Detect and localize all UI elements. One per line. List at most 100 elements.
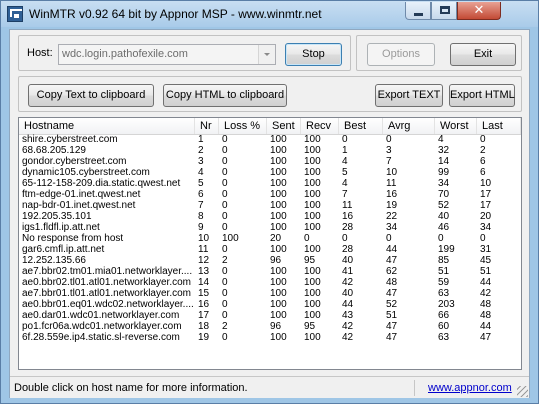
table-cell: 1 [342,145,348,156]
table-cell: 44 [386,244,398,255]
table-cell: 100 [270,156,287,167]
table-cell: 28 [342,222,354,233]
hostname-cell[interactable]: 12.252.135.66 [19,255,195,266]
copy-text-button[interactable]: Copy Text to clipboard [28,84,154,107]
table-cell: 43 [342,310,354,321]
table-cell: 96 [270,255,282,266]
hostname-cell[interactable]: ae0.bbr02.tl01.atl01.networklayer.com [19,277,195,288]
table-cell: 0 [342,233,348,244]
minimize-button[interactable] [405,2,431,20]
table-row[interactable]: po1.fcr06a.wdc01.networklayer.com 18 2 96 95… [19,321,521,332]
column-header-nr[interactable]: Nr [195,118,219,134]
hostname-cell[interactable]: ftm-edge-01.inet.qwest.net [19,189,195,200]
table-cell: 47 [480,332,492,343]
column-header-loss[interactable]: Loss % [219,118,267,134]
table-cell: 66 [438,310,450,321]
table-cell: 0 [222,244,228,255]
column-header-worst[interactable]: Worst [435,118,477,134]
export-html-button[interactable]: Export HTML [449,84,515,107]
stop-button[interactable]: Stop [285,43,342,66]
hostname-cell[interactable]: po1.fcr06a.wdc01.networklayer.com [19,321,195,332]
copy-html-button[interactable]: Copy HTML to clipboard [163,84,287,107]
options-button[interactable]: Options [367,43,435,66]
table-cell: 0 [222,134,228,145]
table-row[interactable]: nap-bdr-01.inet.qwest.net 7 0 100 100 11 19 52 1… [19,200,521,211]
hostname-cell[interactable]: ae7.bbr02.tm01.mia01.networklayer.... [19,266,195,277]
hostname-cell[interactable]: ae7.bbr01.tl01.atl01.networklayer.com [19,288,195,299]
table-cell: 4 [342,178,348,189]
hostname-cell[interactable]: No response from host [19,233,195,244]
table-row[interactable]: 65-112-158-209.dia.static.qwest.net 5 0 100… [19,178,521,189]
table-cell: 95 [304,255,316,266]
column-header-last[interactable]: Last [477,118,521,134]
hostname-cell[interactable]: 68.68.205.129 [19,145,195,156]
table-row[interactable]: ae7.bbr02.tm01.mia01.networklayer.... 13 0… [19,266,521,277]
hostname-cell[interactable]: 192.205.35.101 [19,211,195,222]
hostname-cell[interactable]: 65-112-158-209.dia.static.qwest.net [19,178,195,189]
table-cell: 0 [222,211,228,222]
table-cell: 100 [304,288,321,299]
table-cell: 6 [480,167,486,178]
hostname-cell[interactable]: igs1.fldfl.ip.att.net [19,222,195,233]
hostname-cell[interactable]: gondor.cyberstreet.com [19,156,195,167]
hostname-cell[interactable]: ae0.bbr01.eq01.wdc02.networklayer.... [19,299,195,310]
exit-button[interactable]: Exit [450,43,516,66]
maximize-button[interactable] [431,2,457,20]
table-row[interactable]: igs1.fldfl.ip.att.net 9 0 100 100 28 34 46 34 [19,222,521,233]
table-row[interactable]: 192.205.35.101 8 0 100 100 16 22 40 20 [19,211,521,222]
table-cell: 11 [342,200,353,211]
hostname-cell[interactable]: ae0.dar01.wdc01.networklayer.com [19,310,195,321]
chevron-down-icon[interactable] [258,45,275,64]
table-row[interactable]: ae7.bbr01.tl01.atl01.networklayer.com 15 0… [19,288,521,299]
host-combobox[interactable]: wdc.login.pathofexile.com [58,44,276,65]
resize-grip[interactable] [517,386,528,397]
table-cell: 2 [198,145,204,156]
table-cell: 5 [342,167,348,178]
hostname-cell[interactable]: 6f.28.559e.ip4.static.sl-reverse.com [19,332,195,343]
table-cell: 2 [222,255,228,266]
table-cell: 13 [198,266,210,277]
table-cell: 4 [198,167,204,178]
hostname-cell[interactable]: shire.cyberstreet.com [19,134,195,145]
table-cell: 12 [198,255,210,266]
column-header-recv[interactable]: Recv [301,118,339,134]
table-row[interactable]: dynamic105.cyberstreet.com 4 0 100 100 5 10 99 6 [19,167,521,178]
close-window-button[interactable]: ✕ [457,2,501,20]
column-header-hostname[interactable]: Hostname [19,118,195,134]
hostname-cell[interactable]: dynamic105.cyberstreet.com [19,167,195,178]
trace-results-list[interactable]: Hostname Nr Loss % Sent Recv Best Avrg Worst Las… [18,117,522,370]
minimize-icon [414,13,423,16]
table-cell: 0 [222,332,228,343]
table-cell: 0 [222,222,228,233]
title-bar[interactable]: WinMTR v0.92 64 bit by Appnor MSP - www.… [1,1,538,27]
column-header-sent[interactable]: Sent [267,118,301,134]
table-cell: 0 [304,233,310,244]
table-cell: 100 [270,310,287,321]
winmtr-app-icon[interactable] [7,6,23,22]
table-row[interactable]: 6f.28.559e.ip4.static.sl-reverse.com 19 0 1… [19,332,521,343]
table-cell: 10 [198,233,210,244]
table-row[interactable]: 68.68.205.129 2 0 100 100 1 3 32 2 [19,145,521,156]
hostname-cell[interactable]: nap-bdr-01.inet.qwest.net [19,200,195,211]
close-icon: ✕ [473,3,485,18]
table-row[interactable]: No response from host 10 100 20 0 0 0 0 0 [19,233,521,244]
host-input[interactable]: wdc.login.pathofexile.com [62,48,188,60]
table-row[interactable]: ae0.dar01.wdc01.networklayer.com 17 0 100 10… [19,310,521,321]
table-cell: 100 [304,178,321,189]
table-cell: 100 [304,299,321,310]
table-row[interactable]: ftm-edge-01.inet.qwest.net 6 0 100 100 7 16 70 1… [19,189,521,200]
table-row[interactable]: ae0.bbr01.eq01.wdc02.networklayer.... 16 0… [19,299,521,310]
table-cell: 47 [386,321,398,332]
table-row[interactable]: ae0.bbr02.tl01.atl01.networklayer.com 14 0… [19,277,521,288]
table-cell: 100 [304,167,321,178]
table-row[interactable]: gar6.cmfl.ip.att.net 11 0 100 100 28 44 199 31 [19,244,521,255]
column-header-avrg[interactable]: Avrg [383,118,435,134]
export-text-button[interactable]: Export TEXT [375,84,443,107]
table-row[interactable]: 12.252.135.66 12 2 96 95 40 47 85 45 [19,255,521,266]
table-cell: 6 [480,156,486,167]
table-row[interactable]: gondor.cyberstreet.com 3 0 100 100 4 7 14 6 [19,156,521,167]
hostname-cell[interactable]: gar6.cmfl.ip.att.net [19,244,195,255]
appnor-link[interactable]: www.appnor.com [428,382,512,394]
table-row[interactable]: shire.cyberstreet.com 1 0 100 100 0 0 4 0 [19,134,521,145]
column-header-best[interactable]: Best [339,118,383,134]
